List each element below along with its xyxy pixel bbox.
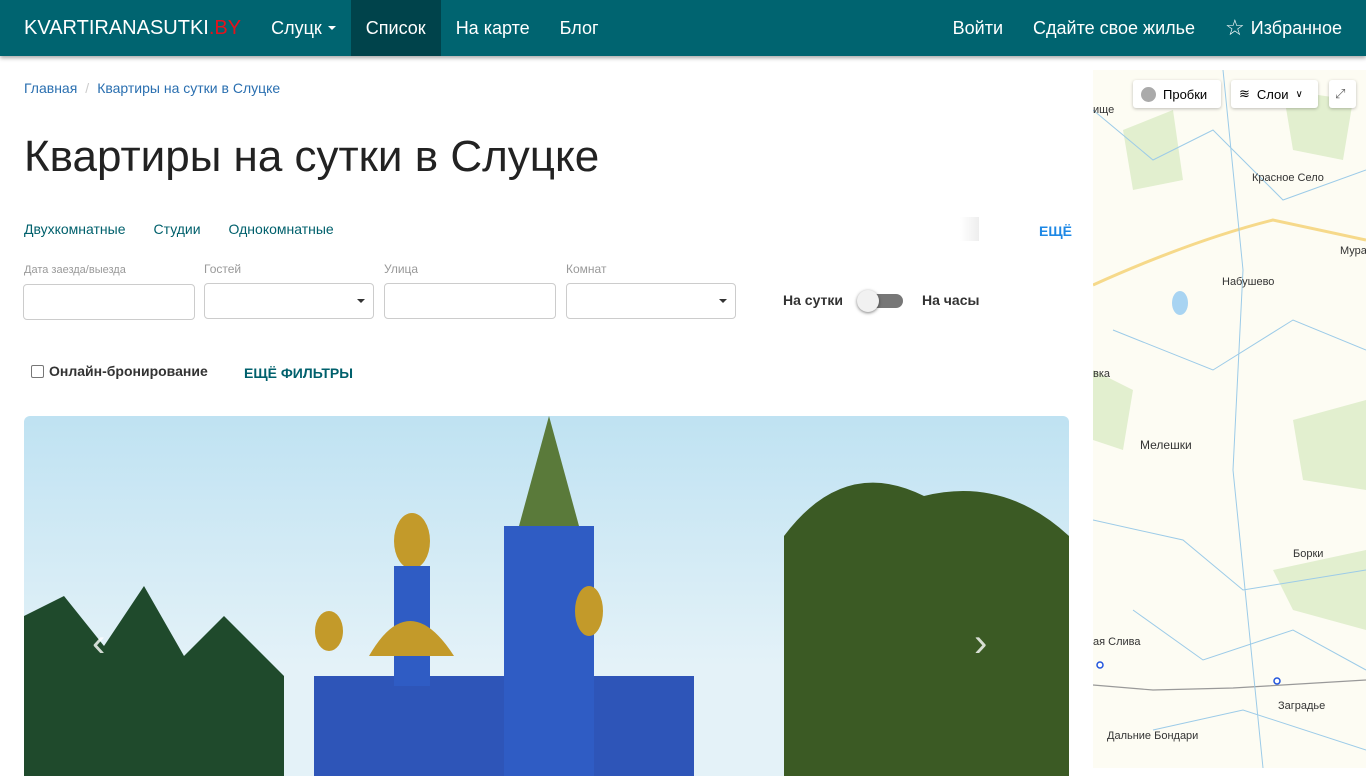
- more-quick-filters[interactable]: ЕЩЁ: [1039, 223, 1072, 239]
- toggle-knob[interactable]: [857, 290, 879, 312]
- map-place-label: вка: [1093, 368, 1111, 380]
- top-navbar: KVARTIRANASUTKI .BY Слуцк Список На карте…: [0, 0, 1366, 56]
- carousel-prev-icon[interactable]: ‹: [92, 621, 105, 666]
- city-dropdown[interactable]: Слуцк: [256, 0, 351, 56]
- listing-panel: Главная / Квартиры на сутки в Слуцке Кварт…: [0, 56, 1093, 776]
- layers-label: Слои: [1256, 86, 1289, 102]
- map-place-label: Мелешки: [1140, 438, 1192, 452]
- dates-label: Дата заезда/выезда: [24, 264, 126, 276]
- brand-text: KVARTIRANASUTKI: [24, 16, 209, 39]
- quick-filter-one-room[interactable]: Однокомнатные: [229, 221, 334, 237]
- fullscreen-button[interactable]: ⤢: [1329, 80, 1356, 108]
- breadcrumb-current[interactable]: Квартиры на сутки в Слуцке: [97, 80, 280, 96]
- map-panel[interactable]: ище Красное Село Мура Набушево вка Мелеш…: [1093, 70, 1366, 768]
- guests-select[interactable]: [204, 283, 374, 319]
- dates-input[interactable]: [23, 284, 195, 320]
- map-place-label: Заградье: [1278, 700, 1326, 712]
- scroll-fade: [960, 217, 979, 241]
- quick-filter-two-room[interactable]: Двухкомнатные: [24, 221, 126, 237]
- street-label: Улица: [384, 262, 419, 276]
- caret-down-icon: [719, 299, 727, 303]
- chevron-down-icon: ∨: [1295, 88, 1303, 100]
- quick-filter-studio[interactable]: Студии: [154, 221, 201, 237]
- breadcrumb: Главная / Квартиры на сутки в Слуцке: [24, 80, 281, 96]
- street-input[interactable]: [384, 283, 556, 319]
- traffic-label: Пробки: [1163, 86, 1208, 102]
- city-label: Слуцк: [271, 17, 322, 38]
- map-place-label: Красное Село: [1252, 172, 1324, 184]
- nav-blog[interactable]: Блог: [545, 0, 614, 56]
- caret-down-icon: [357, 299, 365, 303]
- traffic-button[interactable]: Пробки: [1133, 80, 1221, 108]
- layers-button[interactable]: ≋ Слои ∨: [1231, 80, 1318, 108]
- brand-logo[interactable]: KVARTIRANASUTKI .BY: [24, 0, 241, 56]
- carousel-next-icon[interactable]: ›: [974, 621, 987, 666]
- caret-down-icon: [327, 26, 336, 30]
- nav-list[interactable]: Список: [350, 0, 441, 56]
- map-place-label: Мура: [1340, 245, 1366, 257]
- page-title: Квартиры на сутки в Слуцке: [24, 132, 600, 181]
- rooms-label: Комнат: [566, 262, 607, 276]
- brand-suffix: .BY: [208, 16, 242, 39]
- daily-label: На сутки: [783, 292, 843, 308]
- favorites-label: Избранное: [1250, 17, 1342, 38]
- quick-filters: Двухкомнатные Студии Однокомнатные: [24, 221, 334, 237]
- church-photo: [24, 416, 1069, 776]
- hourly-label: На часы: [922, 292, 980, 308]
- map-place-label: Набушево: [1222, 276, 1275, 288]
- star-icon: ☆: [1225, 15, 1245, 40]
- rooms-select[interactable]: [566, 283, 736, 319]
- map-place-label: ище: [1093, 104, 1115, 116]
- map-place-label: ая Слива: [1093, 636, 1141, 648]
- online-booking-label[interactable]: Онлайн-бронирование: [49, 363, 208, 379]
- favorites-link[interactable]: ☆ Избранное: [1210, 0, 1366, 56]
- layers-icon: ≋: [1239, 86, 1250, 101]
- expand-icon: ⤢: [1335, 86, 1346, 101]
- map-canvas: [1093, 70, 1366, 768]
- map-place-label: Борки: [1293, 548, 1324, 560]
- guests-label: Гостей: [204, 262, 242, 276]
- online-booking-checkbox[interactable]: [31, 365, 44, 378]
- more-filters-button[interactable]: ЕЩЁ ФИЛЬТРЫ: [244, 365, 353, 381]
- breadcrumb-home[interactable]: Главная: [24, 80, 77, 96]
- login-link[interactable]: Войти: [938, 0, 1018, 56]
- city-photo-carousel: ‹ ›: [24, 416, 1069, 776]
- traffic-icon: [1141, 86, 1156, 102]
- rent-out-link[interactable]: Сдайте свое жилье: [1018, 0, 1210, 56]
- map-place-label: Дальние Бондари: [1107, 730, 1199, 742]
- nav-map[interactable]: На карте: [441, 0, 545, 56]
